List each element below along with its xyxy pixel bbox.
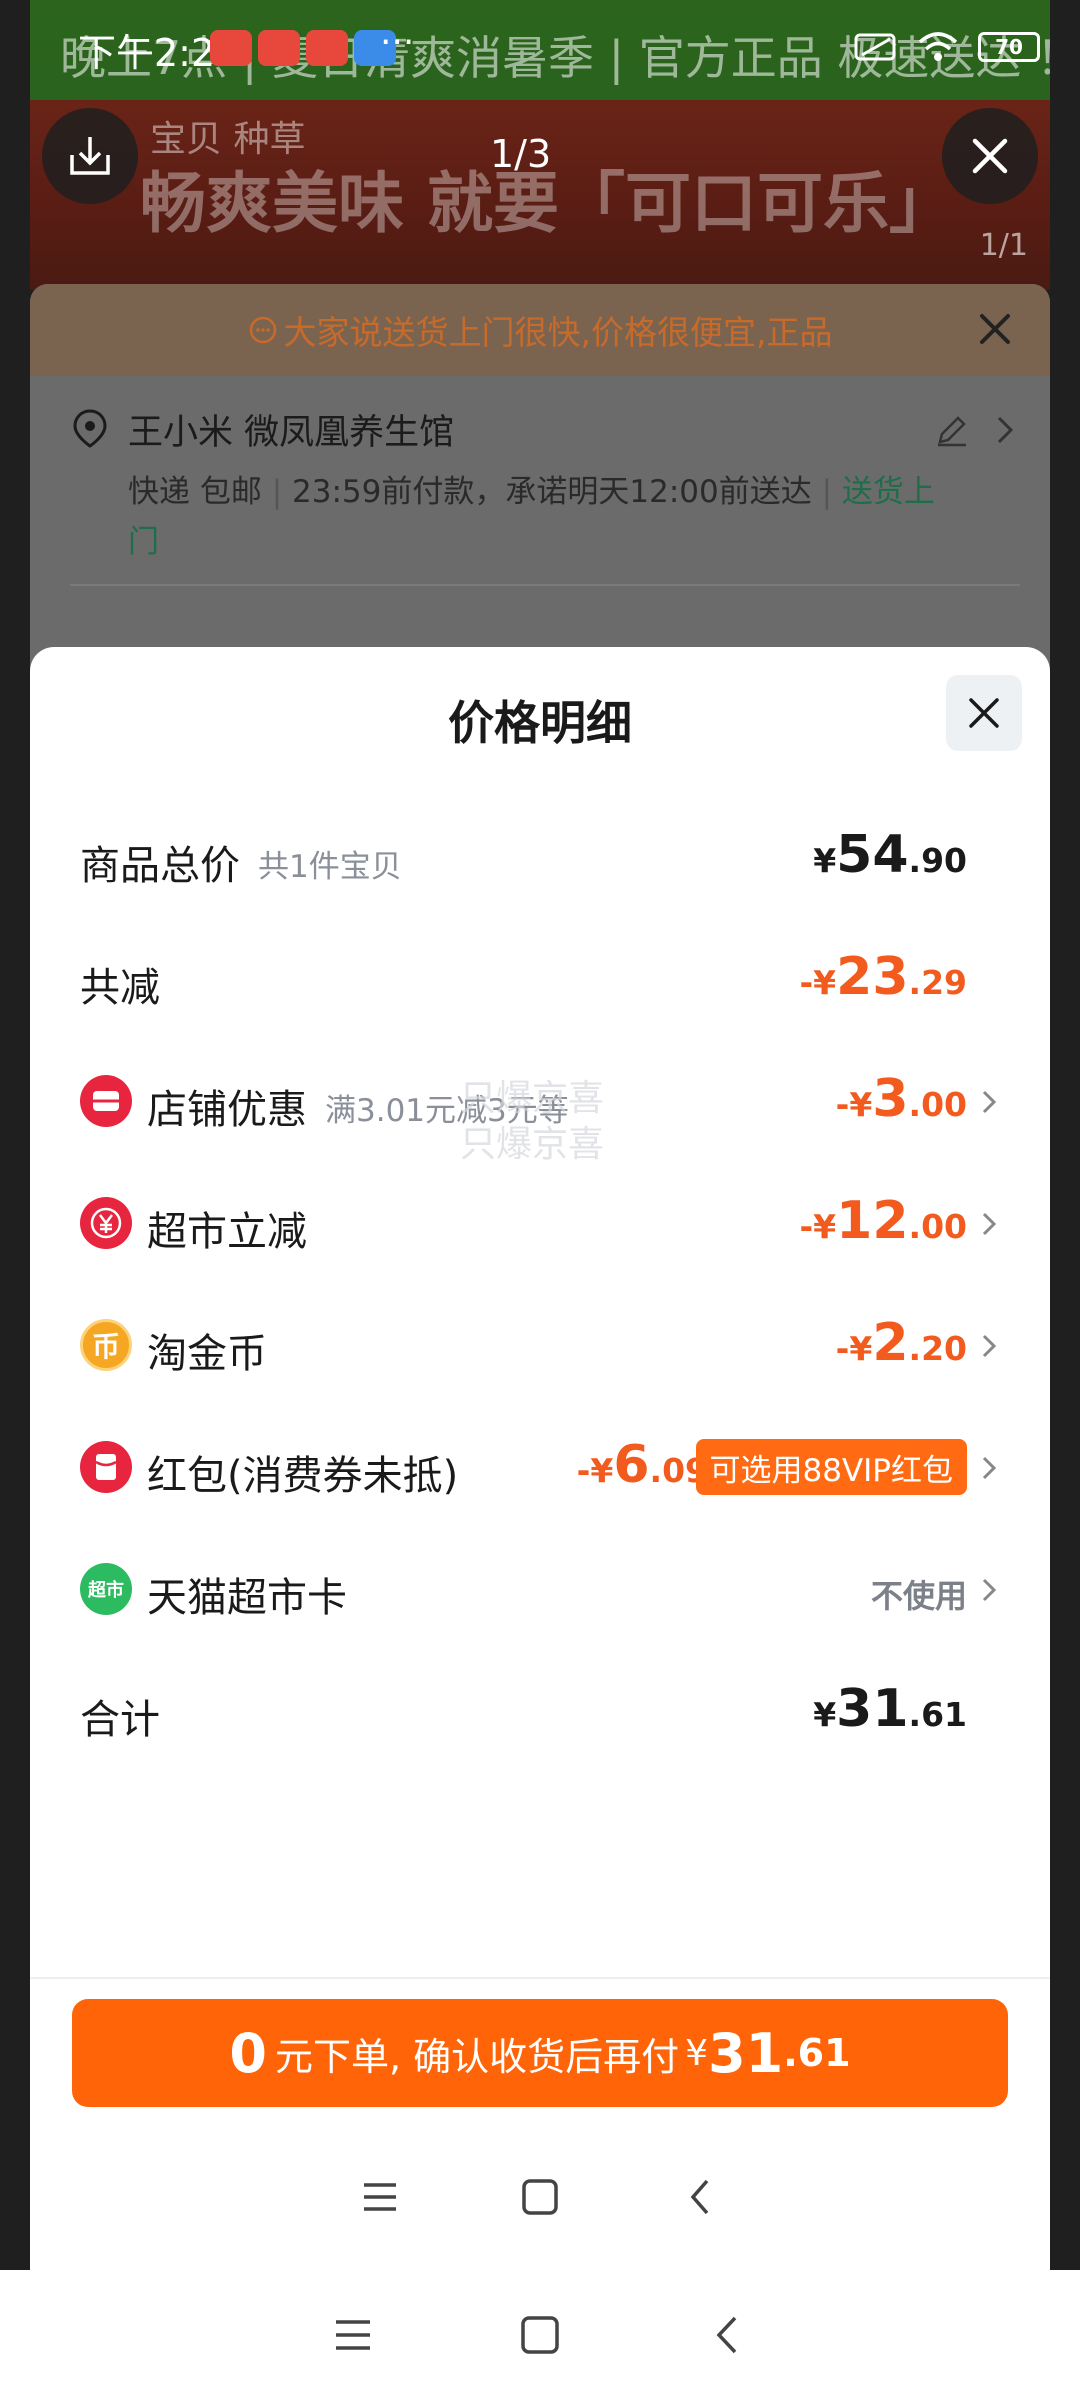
home-button[interactable]: [510, 2167, 570, 2227]
chevron-right-icon: [997, 416, 1014, 444]
supermarket-card-icon: 超市: [80, 1563, 132, 1615]
address-name: 王小米 微凤凰养生馆: [128, 413, 455, 453]
chevron-right-icon: [982, 1212, 997, 1236]
item-count: 共1件宝贝: [258, 849, 402, 885]
row-total-price: 商品总价 共1件宝贝 ¥54.90: [80, 817, 1000, 897]
notification-icons: [210, 30, 396, 66]
chevron-right-icon: [982, 1334, 997, 1358]
row-label: 合计: [80, 1697, 160, 1743]
sum-amount: ¥31.61: [813, 1679, 967, 1739]
system-icons: 70: [854, 30, 1040, 64]
menu-icon: [364, 2183, 396, 2211]
menu-button[interactable]: [323, 2305, 383, 2365]
store-discount-amount: -¥3.00: [835, 1069, 967, 1129]
app-notification-icon: [258, 30, 300, 66]
row-label: 店铺优惠: [147, 1087, 307, 1133]
discount-amount: -¥23.29: [799, 947, 967, 1007]
divider: [30, 1977, 1050, 1979]
home-icon: [521, 2316, 559, 2354]
shipping-info: 快递 包邮 | 23:59前付款，承诺明天12:00前送达 | 送货上: [128, 474, 935, 510]
coin-discount-amount: -¥2.20: [835, 1313, 967, 1373]
shipping-highlight-cont: 门: [128, 524, 159, 560]
back-icon: [716, 2316, 736, 2354]
close-icon: [980, 314, 1010, 344]
app-notification-icon: [306, 30, 348, 66]
row-label: 淘金币: [147, 1331, 267, 1377]
row-label: 共减: [80, 965, 160, 1011]
home-icon: [522, 2179, 558, 2215]
chat-icon: [249, 316, 276, 344]
close-icon: [969, 698, 999, 728]
market-discount-amount: -¥12.00: [799, 1191, 967, 1251]
signal-off-icon: [854, 33, 896, 61]
viewer-counter: 1/3: [490, 132, 552, 176]
store-coupon-icon: [80, 1075, 132, 1127]
download-button[interactable]: [42, 108, 138, 204]
close-icon: [972, 138, 1008, 174]
row-red-packet[interactable]: 红包(消费券未抵) -¥6.09 可选用88VIP红包: [80, 1427, 1000, 1507]
delivery-notice: 大家说送货上门很快,价格很便宜,正品: [30, 284, 1050, 376]
watermark: 只爆京喜: [460, 1124, 605, 1165]
back-button[interactable]: [697, 2305, 757, 2365]
wifi-icon: [918, 32, 958, 61]
chevron-right-icon: [982, 1090, 997, 1114]
image-counter: 1/1: [979, 228, 1028, 263]
row-supermarket-card[interactable]: 超市 天猫超市卡 不使用: [80, 1549, 1000, 1629]
sheet-close-button[interactable]: [946, 675, 1022, 751]
back-icon: [690, 2179, 709, 2215]
app-notification-icon: [210, 30, 252, 66]
back-button[interactable]: [670, 2167, 730, 2227]
viewer-close-button[interactable]: [942, 108, 1038, 204]
coin-icon: 币: [80, 1319, 132, 1371]
vip-red-packet-badge[interactable]: 可选用88VIP红包: [695, 1439, 967, 1495]
row-label: 红包(消费券未抵): [147, 1453, 459, 1499]
download-icon: [70, 137, 110, 175]
total-amount: ¥54.90: [813, 825, 967, 885]
chevron-right-icon: [982, 1578, 997, 1602]
price-detail-sheet: 价格明细 商品总价 共1件宝贝 ¥54.90 共减 -¥23.29 店铺优惠 满…: [30, 647, 1050, 2270]
battery-icon: 70: [978, 32, 1040, 62]
status-bar: 下午2:27 ··· 70: [0, 0, 1080, 100]
system-nav-bar: [0, 2270, 1080, 2400]
home-button[interactable]: [510, 2305, 570, 2365]
system-nav-buttons: [260, 2305, 820, 2365]
row-total-discount: 共减 -¥23.29: [80, 939, 1000, 1019]
watermark: 只爆京喜: [460, 1078, 605, 1119]
row-taojinbi[interactable]: 币 淘金币 -¥2.20: [80, 1305, 1000, 1385]
in-app-nav-bar: [300, 2167, 780, 2227]
row-label: 商品总价: [80, 843, 240, 889]
chevron-right-icon: [982, 1456, 997, 1480]
menu-icon: [336, 2320, 371, 2350]
yuan-icon: [80, 1197, 132, 1249]
more-notifications: ···: [380, 22, 415, 63]
sheet-title: 价格明细: [448, 696, 632, 750]
edit-icon[interactable]: [934, 412, 970, 448]
redpacket-amount: -¥6.09: [576, 1435, 708, 1495]
notice-text: 大家说送货上门很快,价格很便宜,正品: [283, 313, 833, 352]
row-sum: 合计 ¥31.61: [80, 1671, 1000, 1751]
red-packet-icon: [80, 1441, 132, 1493]
row-supermarket-discount[interactable]: 超市立减 -¥12.00: [80, 1183, 1000, 1263]
card-status: 不使用: [870, 1577, 967, 1615]
location-pin-icon: [73, 409, 107, 448]
row-label: 天猫超市卡: [147, 1575, 347, 1621]
menu-button[interactable]: [350, 2167, 410, 2227]
place-order-button[interactable]: 0 元下单, 确认收货后再付 ¥31.61: [72, 1999, 1008, 2107]
divider: [70, 584, 1020, 586]
row-label: 超市立减: [147, 1209, 307, 1255]
notice-close-button[interactable]: [970, 304, 1020, 354]
